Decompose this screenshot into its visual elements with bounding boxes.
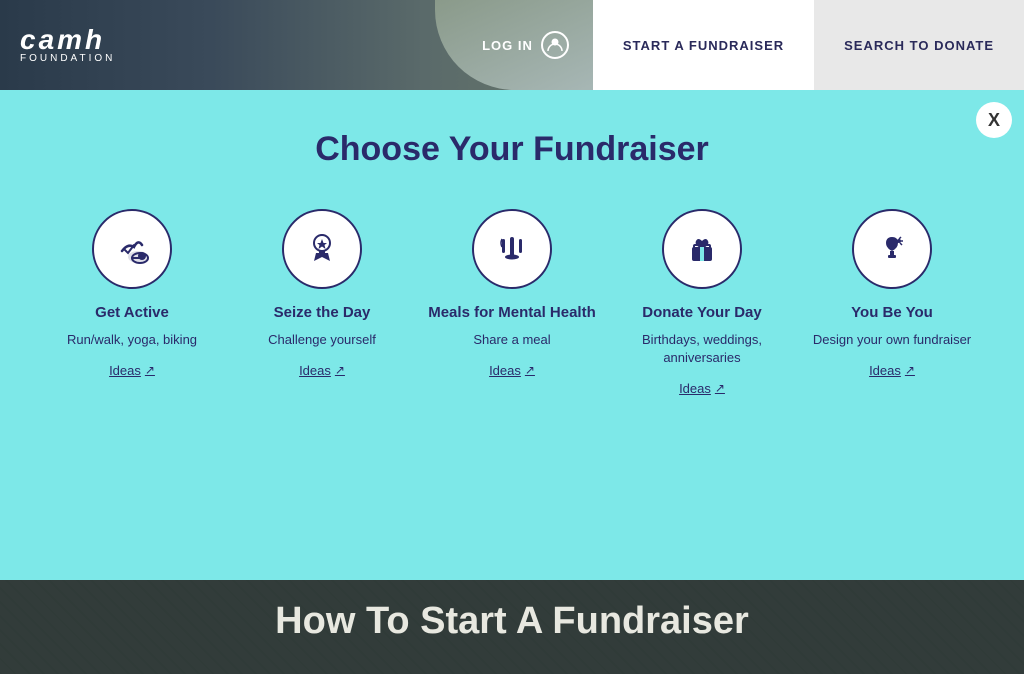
- choose-fundraiser-modal: X Choose Your Fundraiser Get Active: [0, 90, 1024, 580]
- search-to-donate-nav-button[interactable]: SEARCH TO DONATE: [814, 0, 1024, 90]
- start-fundraiser-nav-button[interactable]: START A FUNDRAISER: [593, 0, 814, 90]
- get-active-desc: Run/walk, yoga, biking: [67, 331, 197, 349]
- option-meals-mental-health[interactable]: Meals for Mental Health Share a meal Ide…: [427, 209, 597, 396]
- get-active-icon: [92, 209, 172, 289]
- seize-the-day-icon: [282, 209, 362, 289]
- you-be-you-icon: [852, 209, 932, 289]
- meals-mental-health-ideas-link[interactable]: Ideas: [489, 363, 535, 378]
- how-to-title: How To Start A Fundraiser: [275, 600, 749, 643]
- login-button[interactable]: LOG IN: [458, 0, 593, 90]
- donate-your-day-title: Donate Your Day: [642, 303, 761, 323]
- seize-the-day-desc: Challenge yourself: [268, 331, 376, 349]
- logo-sub: FOUNDATION: [20, 54, 115, 64]
- donate-your-day-ideas-link[interactable]: Ideas: [679, 381, 725, 396]
- seize-the-day-title: Seize the Day: [274, 303, 371, 323]
- seize-the-day-ideas-link[interactable]: Ideas: [299, 363, 345, 378]
- logo-main: camh: [20, 26, 115, 54]
- fundraiser-options-list: Get Active Run/walk, yoga, biking Ideas …: [40, 209, 984, 396]
- user-icon: [541, 31, 569, 59]
- get-active-ideas-link[interactable]: Ideas: [109, 363, 155, 378]
- you-be-you-desc: Design your own fundraiser: [813, 331, 971, 349]
- donate-your-day-icon: [662, 209, 742, 289]
- get-active-title: Get Active: [95, 303, 169, 323]
- meals-mental-health-title: Meals for Mental Health: [428, 303, 596, 323]
- logo: camh FOUNDATION: [20, 26, 115, 64]
- option-seize-the-day[interactable]: Seize the Day Challenge yourself Ideas: [237, 209, 407, 396]
- donate-your-day-desc: Birthdays, weddings, anniversaries: [617, 331, 787, 367]
- login-label: LOG IN: [482, 38, 533, 53]
- option-donate-your-day[interactable]: Donate Your Day Birthdays, weddings, ann…: [617, 209, 787, 396]
- meals-mental-health-desc: Share a meal: [473, 331, 550, 349]
- meals-mental-health-icon: [472, 209, 552, 289]
- modal-close-button[interactable]: X: [976, 102, 1012, 138]
- modal-title: Choose Your Fundraiser: [315, 130, 709, 169]
- you-be-you-ideas-link[interactable]: Ideas: [869, 363, 915, 378]
- you-be-you-title: You Be You: [851, 303, 933, 323]
- how-to-section: How To Start A Fundraiser: [0, 569, 1024, 674]
- option-get-active[interactable]: Get Active Run/walk, yoga, biking Ideas: [47, 209, 217, 396]
- option-you-be-you[interactable]: You Be You Design your own fundraiser Id…: [807, 209, 977, 396]
